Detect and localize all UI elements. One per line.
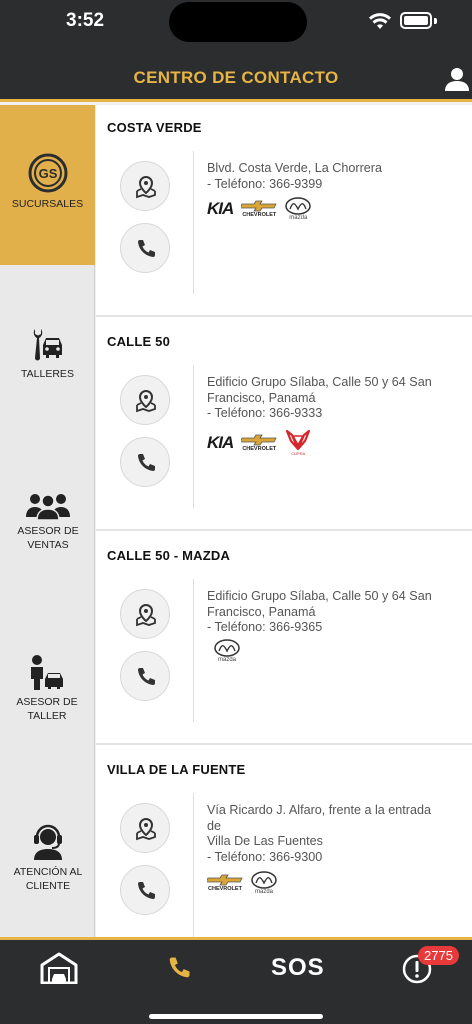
- location-card: VILLA DE LA FUENTE Vía Ricardo J. Alfaro…: [96, 747, 472, 937]
- address-line: Blvd. Costa Verde, La Chorrera: [207, 161, 383, 175]
- page-title: CENTRO DE CONTACTO: [133, 68, 339, 87]
- location-name: COSTA VERDE: [107, 120, 202, 135]
- sidebar-item-asesor-taller[interactable]: ASESOR DE TALLER: [0, 653, 95, 723]
- map-pin-icon: [136, 817, 156, 841]
- sidebar-item-atencion-cliente[interactable]: ATENCIÓN AL CLIENTE: [0, 823, 95, 893]
- svg-text:GS: GS: [38, 166, 57, 181]
- phone-icon: [138, 454, 155, 471]
- mazda-emblem-icon: [285, 197, 312, 215]
- mazda-emblem-icon: [214, 639, 240, 657]
- map-button[interactable]: [120, 589, 170, 639]
- chevrolet-bowtie-icon: [207, 874, 243, 886]
- bottom-tab-bar: SOS 2775: [0, 937, 472, 1024]
- chevrolet-logo: CHEVROLET: [241, 434, 277, 452]
- brand-logos: CHEVROLET mazda: [207, 871, 277, 895]
- location-card: CALLE 50 Edificio Grupo Sílaba, Calle 50…: [96, 319, 472, 531]
- map-pin-icon: [136, 603, 156, 627]
- location-address: Blvd. Costa Verde, La Chorrera - Teléfon…: [207, 161, 465, 192]
- dynamic-island: [169, 2, 307, 42]
- home-indicator: [149, 1014, 323, 1019]
- mazda-emblem-icon: [251, 871, 277, 889]
- map-pin-icon: [136, 389, 156, 413]
- headset-icon: [33, 824, 62, 860]
- mazda-logo: mazda: [285, 197, 312, 221]
- address-line: Edificio Grupo Sílaba, Calle 50 y 64 San: [207, 589, 432, 603]
- wifi-icon: [369, 13, 391, 29]
- phone-icon[interactable]: [165, 954, 193, 982]
- address-line: - Teléfono: 366-9399: [207, 176, 323, 191]
- address-line: - Teléfono: 366-9333: [207, 406, 323, 420]
- brand-logos: KIA CHEVROLET CUPRA: [207, 429, 311, 456]
- chevrolet-logo: CHEVROLET: [207, 874, 243, 892]
- location-address: Vía Ricardo J. Alfaro, frente a la entra…: [207, 803, 465, 865]
- address-line: Vía Ricardo J. Alfaro, frente a la entra…: [207, 803, 432, 817]
- notification-badge: 2775: [418, 946, 459, 965]
- sidebar-item-label: SUCURSALES: [11, 198, 84, 210]
- call-button[interactable]: [120, 651, 170, 701]
- location-card: COSTA VERDE Blvd. Costa Verde, La Chorre…: [96, 105, 472, 317]
- location-address: Edificio Grupo Sílaba, Calle 50 y 64 San…: [207, 375, 465, 422]
- user-icon[interactable]: [444, 66, 470, 92]
- map-button[interactable]: [120, 161, 170, 211]
- sidebar-item-asesor-ventas[interactable]: ASESOR DE VENTAS: [0, 490, 95, 552]
- app-header: CENTRO DE CONTACTO: [0, 48, 472, 102]
- call-button[interactable]: [120, 437, 170, 487]
- people-group-icon: [25, 494, 70, 520]
- cupra-logo: CUPRA: [285, 429, 311, 456]
- battery-tip: [434, 18, 437, 24]
- location-name: CALLE 50 - MAZDA: [107, 548, 231, 563]
- location-list: COSTA VERDE Blvd. Costa Verde, La Chorre…: [96, 105, 472, 937]
- phone-icon: [138, 882, 155, 899]
- mechanic-icon: [30, 655, 63, 690]
- address-line: Francisco, Panamá: [207, 390, 316, 405]
- address-line: de: [207, 818, 222, 833]
- brand-logos: mazda: [214, 639, 240, 663]
- sidebar-item-sucursales[interactable]: GS SUCURSALES: [0, 105, 95, 265]
- wrench-car-icon: [33, 329, 62, 361]
- call-button[interactable]: [120, 223, 170, 273]
- map-button[interactable]: [120, 803, 170, 853]
- location-name: VILLA DE LA FUENTE: [107, 762, 246, 777]
- address-line: - Teléfono: 366-9300: [207, 849, 323, 864]
- sidebar: GS SUCURSALES TALLERES ASESOR DE VENTAS …: [0, 105, 95, 937]
- sidebar-item-label: ATENCIÓN AL CLIENTE: [13, 866, 83, 892]
- sidebar-item-label: ASESOR DE VENTAS: [17, 525, 79, 551]
- cupra-emblem-icon: [286, 429, 311, 451]
- divider: [193, 793, 194, 937]
- sidebar-item-label: TALLERES: [21, 368, 74, 380]
- location-name: CALLE 50: [107, 334, 171, 349]
- map-button[interactable]: [120, 375, 170, 425]
- sidebar-item-talleres[interactable]: TALLERES: [0, 325, 95, 381]
- mazda-logo: mazda: [251, 871, 277, 895]
- status-time: 3:52: [66, 10, 105, 31]
- divider: [193, 151, 194, 294]
- address-line: Edificio Grupo Sílaba, Calle 50 y 64 San: [207, 375, 432, 389]
- sidebar-item-label: ASESOR DE TALLER: [16, 696, 78, 722]
- chevrolet-logo: CHEVROLET: [241, 200, 277, 218]
- divider: [193, 365, 194, 508]
- address-line: Villa De Las Fuentes: [207, 834, 323, 848]
- chevrolet-bowtie-icon: [241, 200, 277, 212]
- sos-button[interactable]: SOS: [271, 954, 325, 982]
- call-button[interactable]: [120, 865, 170, 915]
- address-line: Francisco, Panamá: [207, 604, 316, 619]
- divider: [193, 579, 194, 722]
- gs-logo-icon: GS: [28, 153, 67, 193]
- mazda-logo: mazda: [214, 639, 240, 663]
- phone-icon: [138, 668, 155, 685]
- phone-icon: [138, 240, 155, 257]
- status-bar: 3:52: [0, 0, 472, 48]
- garage-home-icon[interactable]: [40, 952, 78, 984]
- map-pin-icon: [136, 175, 156, 199]
- chevrolet-bowtie-icon: [241, 434, 277, 445]
- brand-logos: KIA CHEVROLET mazda: [207, 197, 312, 221]
- battery-icon: [400, 12, 432, 29]
- kia-logo: KIA: [207, 432, 234, 452]
- location-address: Edificio Grupo Sílaba, Calle 50 y 64 San…: [207, 589, 465, 636]
- kia-logo: KIA: [207, 199, 234, 218]
- location-card: CALLE 50 - MAZDA Edificio Grupo Sílaba, …: [96, 533, 472, 745]
- address-line: - Teléfono: 366-9365: [207, 620, 323, 634]
